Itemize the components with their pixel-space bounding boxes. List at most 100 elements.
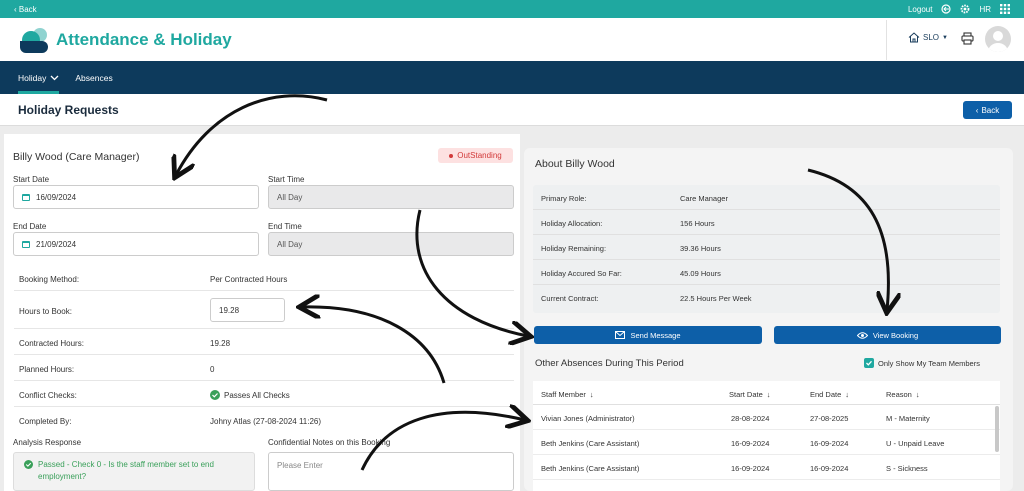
tab-holiday-label: Holiday — [18, 72, 47, 83]
app-title: Attendance & Holiday — [56, 30, 232, 49]
about-row-value: 39.36 Hours — [680, 244, 721, 253]
sort-arrow-icon: ↓ — [915, 390, 920, 399]
col-end-date-label: End Date — [810, 390, 842, 399]
location-selector[interactable]: SLO ▼ — [908, 32, 948, 43]
analysis-response-text: Passed - Check 0 - Is the staff member s… — [38, 460, 214, 481]
calendar-icon — [22, 194, 30, 201]
cell-start-date: 16-09-2024 — [731, 439, 770, 448]
employee-name: Billy Wood (Care Manager) — [13, 151, 140, 163]
about-row-label: Holiday Allocation: — [541, 219, 603, 228]
end-date-label: End Date — [13, 222, 47, 231]
chevron-down-icon — [50, 75, 59, 80]
start-time-field: All Day — [268, 185, 514, 209]
about-title: About Billy Wood — [535, 158, 615, 170]
absences-table-header: Staff Member ↓ Start Date ↓ End Date ↓ Reas… — [533, 381, 1000, 405]
conflict-checks-value: Passes All Checks — [210, 390, 290, 400]
back-button[interactable]: ‹ Back — [963, 101, 1012, 119]
about-row-current-contract: Current Contract: 22.5 Hours Per Week — [533, 285, 1000, 310]
apps-grid-icon[interactable] — [1000, 4, 1010, 14]
about-row-label: Holiday Accured So Far: — [541, 269, 622, 278]
contracted-hours-row: Contracted Hours: 19.28 — [14, 329, 514, 355]
hours-to-book-input[interactable]: 19.28 — [210, 298, 285, 322]
send-message-label: Send Message — [630, 330, 681, 340]
col-start-date[interactable]: Start Date ↓ — [729, 390, 771, 399]
avatar[interactable] — [985, 26, 1011, 52]
about-row-primary-role: Primary Role: Care Manager — [533, 185, 1000, 210]
back-button-label: Back — [981, 105, 1000, 115]
cell-reason: U - Unpaid Leave — [886, 439, 945, 448]
main-nav: Holiday Absences — [0, 61, 1024, 94]
user-initials[interactable]: HR — [979, 5, 991, 14]
tab-absences[interactable]: Absences — [75, 61, 112, 94]
other-absences-title: Other Absences During This Period — [535, 358, 684, 369]
team-only-checkbox[interactable]: Only Show My Team Members — [864, 358, 980, 368]
contracted-hours-value: 19.28 — [210, 339, 231, 348]
conflict-checks-label: Conflict Checks: — [19, 391, 77, 400]
sort-arrow-icon: ↓ — [766, 390, 771, 399]
envelope-icon — [615, 331, 626, 339]
start-date-label: Start Date — [13, 175, 50, 184]
end-time-label: End Time — [268, 222, 302, 231]
request-details-panel: Billy Wood (Care Manager) OutStanding St… — [4, 134, 520, 491]
about-row-label: Holiday Remaining: — [541, 244, 607, 253]
cell-end-date: 27-08-2025 — [810, 414, 849, 423]
confidential-notes-label: Confidential Notes on this Booking — [268, 438, 391, 447]
booking-method-value: Per Contracted Hours — [210, 275, 288, 284]
analysis-response-label: Analysis Response — [13, 438, 82, 447]
table-scrollbar[interactable] — [995, 406, 999, 452]
col-reason[interactable]: Reason ↓ — [886, 390, 920, 399]
col-staff-member[interactable]: Staff Member ↓ — [541, 390, 594, 399]
col-end-date[interactable]: End Date ↓ — [810, 390, 849, 399]
booking-method-row: Booking Method: Per Contracted Hours — [14, 265, 514, 291]
view-booking-button[interactable]: View Booking — [774, 326, 1001, 344]
calendar-icon — [22, 241, 30, 248]
send-message-button[interactable]: Send Message — [534, 326, 762, 344]
page-title: Holiday Requests — [18, 103, 119, 117]
status-badge: OutStanding — [438, 148, 513, 163]
booking-method-label: Booking Method: — [19, 275, 80, 284]
about-row-label: Current Contract: — [541, 294, 599, 303]
about-row-holiday-allocation: Holiday Allocation: 156 Hours — [533, 210, 1000, 235]
absences-table: Staff Member ↓ Start Date ↓ End Date ↓ Reas… — [533, 381, 1000, 491]
table-row[interactable]: Beth Jenkins (Care Assistant) 16-09-2024… — [533, 430, 1000, 455]
top-bar: ‹ Back Logout HR — [0, 0, 1024, 18]
header-divider — [886, 20, 887, 60]
planned-hours-label: Planned Hours: — [19, 365, 75, 374]
logout-link[interactable]: Logout — [908, 5, 932, 14]
confidential-notes-textarea[interactable]: Please Enter — [268, 452, 514, 491]
logout-icon[interactable] — [941, 4, 952, 14]
cell-end-date: 16-09-2024 — [810, 439, 849, 448]
gear-icon[interactable] — [960, 4, 970, 14]
cell-start-date: 28-08-2024 — [731, 414, 770, 423]
start-date-field[interactable]: 16/09/2024 — [13, 185, 259, 209]
cell-staff-member: Beth Jenkins (Care Assistant) — [541, 439, 640, 448]
planned-hours-value: 0 — [210, 365, 215, 374]
hours-to-book-label: Hours to Book: — [19, 307, 72, 316]
conflict-checks-row: Conflict Checks: Passes All Checks — [14, 381, 514, 407]
end-date-field[interactable]: 21/09/2024 — [13, 232, 259, 256]
cell-start-date: 16-09-2024 — [731, 464, 770, 473]
cell-end-date: 16-09-2024 — [810, 464, 849, 473]
analysis-response-box: Passed - Check 0 - Is the staff member s… — [13, 452, 255, 491]
caret-down-icon: ▼ — [942, 34, 948, 41]
cell-staff-member: Vivian Jones (Administrator) — [541, 414, 635, 423]
table-row[interactable]: Vivian Jones (Administrator) 28-08-2024 … — [533, 405, 1000, 430]
contracted-hours-label: Contracted Hours: — [19, 339, 84, 348]
about-row-label: Primary Role: — [541, 194, 587, 203]
about-row-value: 45.09 Hours — [680, 269, 721, 278]
completed-by-row: Completed By: Johny Atlas (27-08-2024 11… — [14, 407, 514, 433]
cell-reason: M - Maternity — [886, 414, 930, 423]
cell-staff-member: Beth Jenkins (Care Assistant) — [541, 464, 640, 473]
printer-icon[interactable] — [961, 32, 974, 45]
eye-icon — [856, 331, 868, 339]
table-row[interactable]: Beth Jenkins (Care Assistant) 16-09-2024… — [533, 455, 1000, 480]
app-header: Attendance & Holiday SLO ▼ — [0, 18, 1024, 61]
end-time-value: All Day — [277, 239, 303, 249]
check-circle-icon — [210, 390, 220, 400]
top-back-link[interactable]: ‹ Back — [14, 5, 908, 14]
location-label: SLO — [923, 33, 940, 42]
completed-by-value: Johny Atlas (27-08-2024 11:26) — [210, 417, 322, 426]
tab-holiday[interactable]: Holiday — [18, 61, 60, 94]
chevron-left-icon: ‹ — [975, 105, 979, 115]
check-circle-icon — [24, 460, 33, 469]
